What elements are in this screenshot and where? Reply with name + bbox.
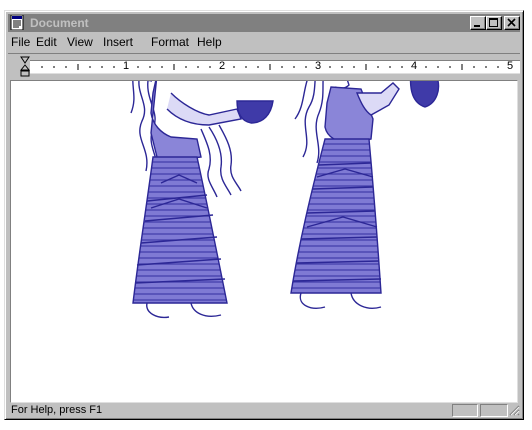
ruler: 1 2 3 4 5	[8, 53, 520, 80]
ruler-number-5: 5	[507, 60, 514, 72]
menu-help[interactable]: Help	[197, 33, 222, 52]
ruler-number-1: 1	[123, 60, 130, 72]
menu-bar: File Edit View Insert Format Help	[8, 33, 520, 52]
minoan-figures-illustration	[130, 81, 440, 319]
ruler-ticks	[41, 64, 499, 70]
document-window: Document File Edit View Insert Format He…	[4, 10, 524, 420]
status-panel-1	[452, 404, 478, 417]
maximize-button[interactable]	[486, 16, 502, 30]
minimize-button[interactable]	[470, 16, 486, 30]
menu-format[interactable]: Format	[151, 33, 189, 52]
close-button[interactable]	[504, 16, 520, 30]
ruler-scale: 1 2 3 4 5	[30, 60, 520, 74]
minimize-icon	[474, 25, 480, 27]
menu-edit[interactable]: Edit	[36, 33, 57, 52]
document-app-icon[interactable]	[10, 15, 25, 30]
ruler-number-2: 2	[219, 60, 226, 72]
status-text: For Help, press F1	[11, 404, 103, 416]
status-panel-2	[480, 404, 508, 417]
close-icon	[507, 18, 516, 27]
ruler-number-3: 3	[315, 60, 322, 72]
document-area[interactable]	[10, 80, 518, 403]
status-bar: For Help, press F1	[8, 404, 520, 417]
title-bar[interactable]: Document	[8, 14, 520, 32]
maximize-icon	[489, 18, 498, 27]
window-title: Document	[30, 16, 89, 30]
ruler-number-4: 4	[411, 60, 418, 72]
menu-view[interactable]: View	[67, 33, 93, 52]
right-figure	[290, 81, 440, 309]
left-figure	[130, 81, 274, 319]
resize-grip-icon[interactable]	[508, 404, 520, 417]
menu-file[interactable]: File	[11, 33, 30, 52]
menu-insert[interactable]: Insert	[103, 33, 133, 52]
